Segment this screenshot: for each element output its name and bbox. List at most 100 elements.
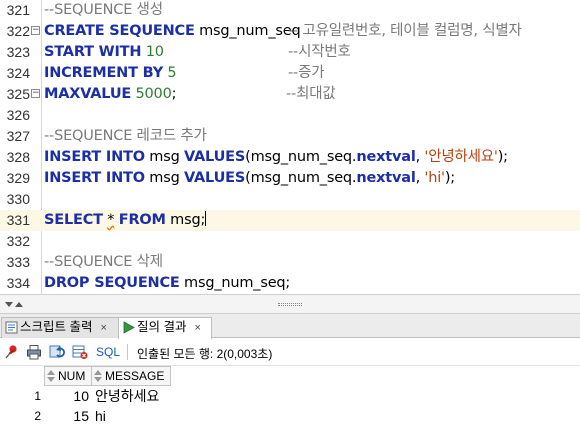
tab-label: 질의 결과 xyxy=(137,320,187,334)
code-line[interactable]: 325 − MAXVALUE 5000; --최대값 xyxy=(0,84,580,105)
code-comment: --SEQUENCE 삭제 xyxy=(44,254,163,270)
line-number: 328 xyxy=(6,149,30,165)
sql-editor[interactable]: 321 --SEQUENCE 생성 322 − CREATE SEQUENCE … xyxy=(0,0,580,294)
sql-keyword: CREATE SEQUENCE xyxy=(44,23,195,39)
sql-identifier: msg xyxy=(144,170,184,186)
line-number: 332 xyxy=(6,233,30,249)
code-line[interactable]: 321 --SEQUENCE 생성 xyxy=(0,0,580,21)
line-number: 324 xyxy=(6,65,30,81)
script-output-icon xyxy=(5,321,18,334)
code-comment: --SEQUENCE 레코드 추가 xyxy=(44,128,207,144)
sql-identifier: msg xyxy=(144,149,184,165)
line-number: 330 xyxy=(6,191,30,207)
sql-keyword: DROP SEQUENCE xyxy=(44,275,180,291)
code-line[interactable]: 323 START WITH 10 --시작번호 xyxy=(0,42,580,63)
tab-label: 스크립트 출력 xyxy=(20,320,93,334)
table-cell[interactable]: hi xyxy=(93,406,171,426)
sql-keyword: START WITH xyxy=(44,44,142,60)
result-grid[interactable]: NUM MESSAGE 1 10 안녕하세요 2 15 hi xyxy=(0,366,580,440)
code-comment: --SEQUENCE 생성 xyxy=(44,2,163,18)
sql-string: '안녕하세요' xyxy=(424,149,498,165)
table-cell[interactable]: 15 xyxy=(45,406,91,426)
sql-keyword: INSERT INTO xyxy=(44,149,145,165)
sql-keyword: FROM xyxy=(118,212,166,228)
refresh-icon[interactable] xyxy=(49,344,65,360)
code-comment: -- 고유일련번호, 테이블 컬럼명, 식별자 xyxy=(288,23,522,39)
sql-identifier: (msg_num_seq. xyxy=(245,149,357,165)
sql-keyword: nextval xyxy=(356,149,416,165)
splitter-grip-icon[interactable] xyxy=(278,303,302,306)
code-line[interactable]: 328 INSERT INTO msg VALUES(msg_num_seq.n… xyxy=(0,147,580,168)
panel-splitter[interactable] xyxy=(0,294,580,314)
close-icon[interactable]: × xyxy=(194,319,200,338)
sql-keyword: VALUES xyxy=(184,149,246,165)
sql-identifier: msg_num_seq xyxy=(194,23,301,39)
line-number: 334 xyxy=(6,275,30,291)
sql-keyword: INCREMENT BY xyxy=(44,65,164,81)
line-number: 331 xyxy=(6,212,30,228)
current-code-line[interactable]: 331 SELECT * FROM msg; xyxy=(0,210,580,231)
code-line[interactable]: 326 xyxy=(0,105,580,126)
sql-punctuation: ); xyxy=(497,149,508,165)
table-cell[interactable]: 10 xyxy=(45,386,91,406)
sql-keyword: VALUES xyxy=(184,170,246,186)
code-line[interactable]: 330 xyxy=(0,189,580,210)
row-number: 2 xyxy=(34,409,41,423)
code-comment: --시작번호 xyxy=(288,44,351,60)
column-header-label: NUM xyxy=(58,369,86,383)
output-tab-bar: 스크립트 출력 × 질의 결과 × xyxy=(0,314,580,339)
line-number: 325 xyxy=(6,86,30,102)
sql-identifier: msg; xyxy=(165,212,206,228)
sql-number: 5000 xyxy=(131,86,172,102)
sql-punctuation: ; xyxy=(171,86,177,102)
sort-icon[interactable] xyxy=(47,370,55,382)
sql-button[interactable]: SQL xyxy=(96,345,120,359)
text-caret xyxy=(205,211,207,226)
tab-script-output[interactable]: 스크립트 출력 × xyxy=(1,317,119,338)
code-comment: --증가 xyxy=(288,65,325,81)
code-comment: --최대값 xyxy=(286,86,336,102)
column-header-num[interactable]: NUM xyxy=(44,366,92,386)
sql-keyword: INSERT INTO xyxy=(44,170,145,186)
code-line[interactable]: 334 DROP SEQUENCE msg_num_seq; xyxy=(0,273,580,294)
column-header-label: MESSAGE xyxy=(105,369,165,383)
code-line[interactable]: 333 --SEQUENCE 삭제 xyxy=(0,252,580,273)
sql-keyword: nextval xyxy=(356,170,416,186)
sql-identifier: msg_num_seq; xyxy=(179,275,291,291)
sql-string: 'hi' xyxy=(424,170,445,186)
sql-number: 5 xyxy=(163,65,177,81)
pin-icon[interactable] xyxy=(4,344,20,360)
code-line[interactable]: 324 INCREMENT BY 5 --증가 xyxy=(0,63,580,84)
column-header-message[interactable]: MESSAGE xyxy=(91,366,171,386)
line-number: 326 xyxy=(6,107,30,123)
query-result-icon xyxy=(123,321,135,334)
expand-up-icon[interactable] xyxy=(15,302,23,307)
tab-query-result[interactable]: 질의 결과 × xyxy=(118,317,212,339)
line-number: 323 xyxy=(6,44,30,60)
sort-icon[interactable] xyxy=(94,370,102,382)
sql-keyword: SELECT xyxy=(44,212,103,228)
print-icon[interactable] xyxy=(26,344,42,360)
line-number: 327 xyxy=(6,128,30,144)
collapse-down-icon[interactable] xyxy=(5,302,13,307)
sql-punctuation: ); xyxy=(444,170,455,186)
sql-keyword: MAXVALUE xyxy=(44,86,132,102)
line-number: 321 xyxy=(6,2,30,18)
fold-collapse-icon[interactable]: − xyxy=(31,26,40,35)
code-line[interactable]: 322 − CREATE SEQUENCE msg_num_seq -- 고유일련… xyxy=(0,21,580,42)
code-line[interactable]: 327 --SEQUENCE 레코드 추가 xyxy=(0,126,580,147)
code-line[interactable]: 329 INSERT INTO msg VALUES(msg_num_seq.n… xyxy=(0,168,580,189)
sql-identifier: (msg_num_seq. xyxy=(245,170,357,186)
line-number: 333 xyxy=(6,254,30,270)
sql-number: 10 xyxy=(141,44,164,60)
line-number: 322 xyxy=(6,23,30,39)
row-number: 1 xyxy=(34,389,41,403)
close-icon[interactable]: × xyxy=(100,319,106,338)
fetch-status-text: 인출된 모든 행: 2(0,003초) xyxy=(137,347,273,361)
code-line[interactable]: 332 xyxy=(0,231,580,252)
fold-collapse-icon[interactable]: − xyxy=(31,89,40,98)
toolbar-divider xyxy=(127,344,128,360)
delete-table-icon[interactable] xyxy=(72,344,88,360)
table-cell[interactable]: 안녕하세요 xyxy=(93,386,171,406)
line-number: 329 xyxy=(6,170,30,186)
